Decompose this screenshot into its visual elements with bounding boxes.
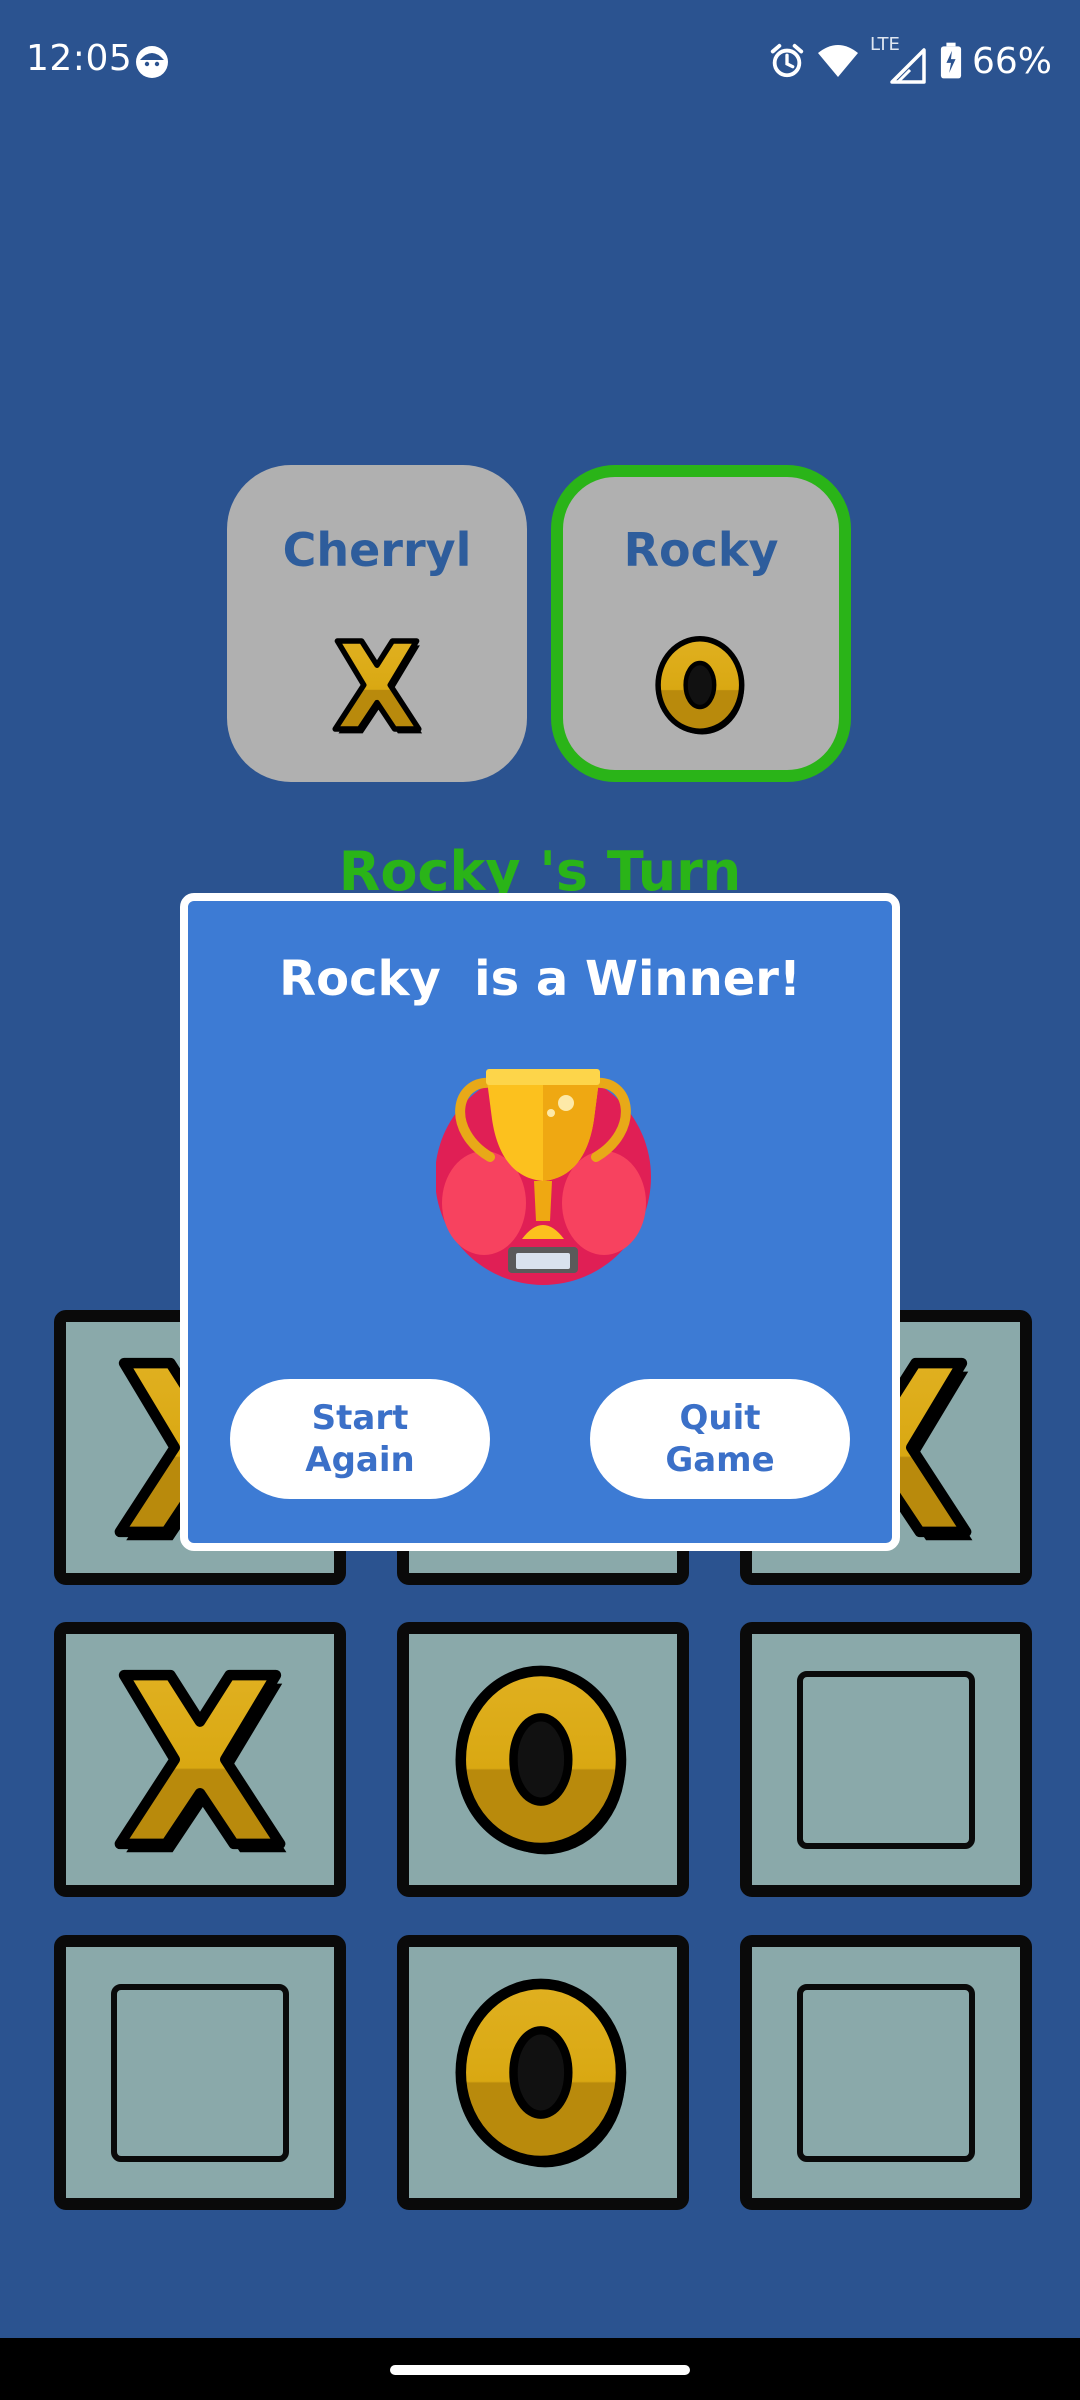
player-card-2-active: Rocky — [551, 465, 851, 782]
start-again-button[interactable]: Start Again — [230, 1379, 490, 1499]
face-icon — [134, 44, 170, 80]
lte-signal-icon: LTE — [870, 34, 930, 84]
board-cell-3-1[interactable] — [54, 1935, 346, 2210]
wifi-icon — [816, 43, 860, 79]
board-cell-2-2[interactable] — [397, 1622, 689, 1897]
o-symbol-icon — [409, 1947, 677, 2198]
board-cell-2-1[interactable] — [54, 1622, 346, 1897]
winner-dialog: Rocky is a Winner! Start Again Quit Game — [180, 893, 900, 1551]
empty-cell-marker — [111, 1983, 289, 2162]
winner-title: Rocky is a Winner! — [279, 951, 801, 1007]
player-name: Cherryl — [282, 523, 472, 577]
board-cell-2-3[interactable] — [740, 1622, 1032, 1897]
status-bar: 12:05 LTE 66% — [0, 0, 1080, 120]
o-symbol-icon — [646, 630, 756, 740]
navigation-bar — [0, 2338, 1080, 2400]
battery-percentage: 66% — [971, 40, 1052, 82]
o-symbol-icon — [409, 1634, 677, 1885]
quit-game-button[interactable]: Quit Game — [590, 1379, 850, 1499]
player-card-1: Cherryl — [227, 465, 527, 782]
alarm-icon — [768, 42, 806, 80]
status-icons: LTE 66% — [768, 34, 1052, 86]
board-cell-3-3[interactable] — [740, 1935, 1032, 2210]
status-time: 12:05 — [26, 38, 133, 79]
home-gesture-handle[interactable] — [390, 2365, 690, 2375]
x-symbol-icon — [322, 630, 432, 740]
board-cell-3-2[interactable] — [397, 1935, 689, 2210]
x-symbol-icon — [66, 1634, 334, 1885]
trophy-icon — [436, 1069, 651, 1285]
empty-cell-marker — [797, 1983, 975, 2162]
battery-icon — [940, 42, 962, 80]
empty-cell-marker — [797, 1670, 975, 1849]
player-name: Rocky — [623, 523, 779, 577]
